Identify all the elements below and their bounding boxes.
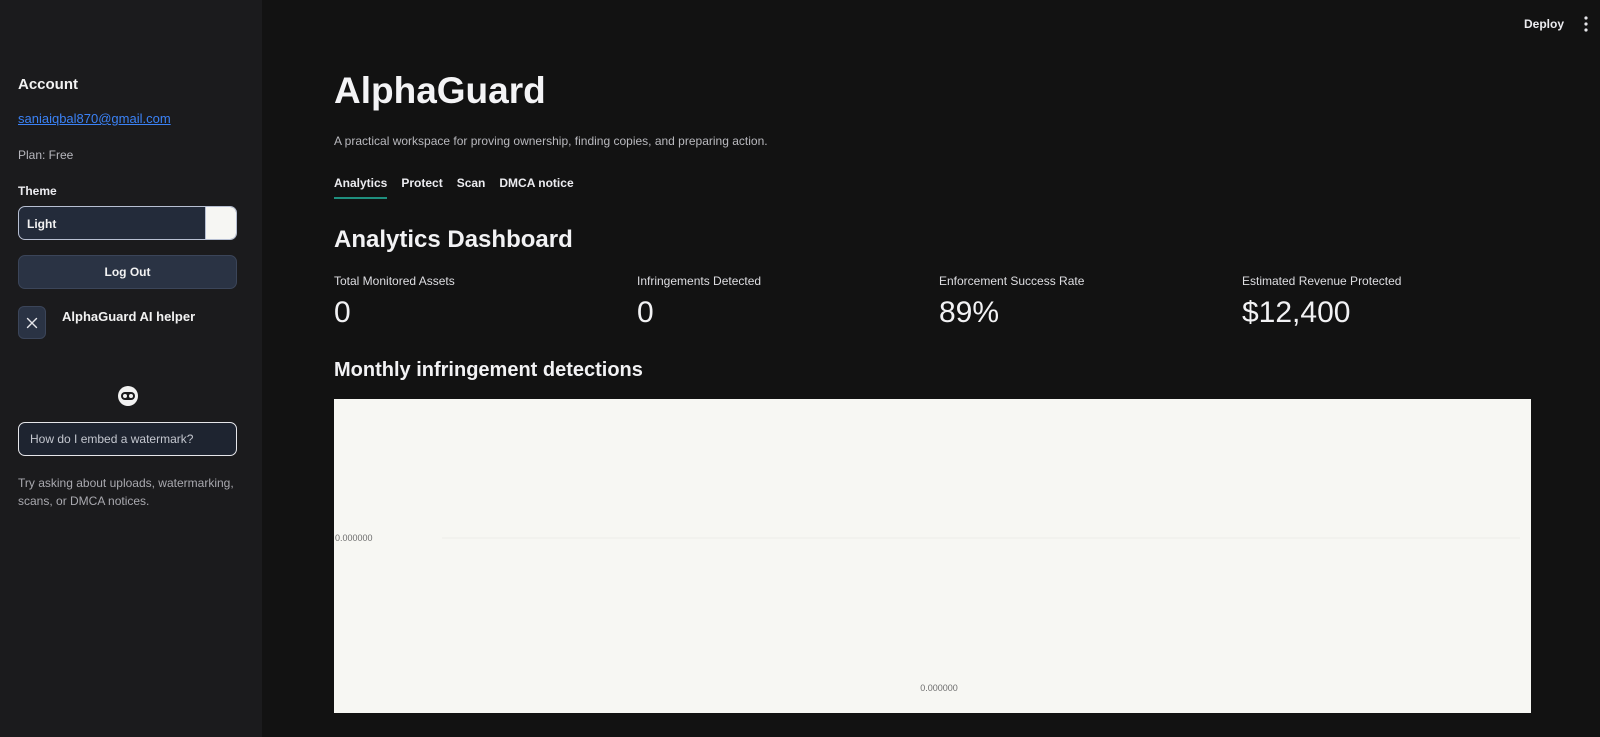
metric-label: Total Monitored Assets <box>334 274 455 288</box>
metric-total-monitored-assets: Total Monitored Assets 0 <box>334 274 455 330</box>
detections-chart: 0.000000 0.000000 <box>334 399 1531 713</box>
chart-canvas: 0.000000 0.000000 <box>335 533 1520 693</box>
metric-infringements-detected: Infringements Detected 0 <box>637 274 761 330</box>
metric-label: Infringements Detected <box>637 274 762 288</box>
close-helper-button[interactable] <box>18 306 46 339</box>
theme-label: Theme <box>18 184 57 198</box>
robot-icon <box>118 386 138 406</box>
tab-bar: Analytics Protect Scan DMCA notice <box>334 176 588 199</box>
tab-protect[interactable]: Protect <box>401 176 442 199</box>
helper-title: AlphaGuard AI helper <box>62 309 196 324</box>
theme-select[interactable]: Light <box>18 206 237 240</box>
theme-swatch <box>205 207 236 239</box>
metric-value: 89% <box>939 296 1000 329</box>
metric-value: $12,400 <box>1242 296 1351 329</box>
account-email-link[interactable]: saniaiqbal870@gmail.com <box>18 111 171 126</box>
tab-analytics[interactable]: Analytics <box>334 176 388 199</box>
logout-button[interactable]: Log Out <box>18 255 237 289</box>
app-subtitle: A practical workspace for proving owners… <box>334 134 768 148</box>
chart-title: Monthly infringement detections <box>334 359 643 381</box>
helper-hint: Try asking about uploads, watermarking, … <box>18 476 234 508</box>
close-icon <box>26 317 38 328</box>
metric-enforcement-success-rate: Enforcement Success Rate 89% <box>939 274 1084 330</box>
metric-estimated-revenue-protected: Estimated Revenue Protected $12,400 <box>1242 274 1401 330</box>
metric-label: Estimated Revenue Protected <box>1242 274 1402 288</box>
assistant-question-input[interactable] <box>18 422 237 456</box>
plan-label: Plan: Free <box>18 148 74 162</box>
x-tick-label: 0.000000 <box>920 683 958 693</box>
y-tick-label: 0.000000 <box>335 533 373 543</box>
tab-dmca-notice[interactable]: DMCA notice <box>499 176 573 199</box>
section-title: Analytics Dashboard <box>334 226 573 253</box>
sidebar: Account saniaiqbal870@gmail.com Plan: Fr… <box>0 0 262 737</box>
metric-value: 0 <box>637 296 654 329</box>
tab-scan[interactable]: Scan <box>457 176 486 199</box>
more-menu-icon[interactable] <box>1582 15 1590 33</box>
metric-value: 0 <box>334 296 351 329</box>
app-title: AlphaGuard <box>334 70 546 111</box>
deploy-button[interactable]: Deploy <box>1524 17 1564 31</box>
metric-label: Enforcement Success Rate <box>939 274 1085 288</box>
theme-select-value: Light <box>27 217 57 231</box>
account-heading: Account <box>18 76 78 93</box>
